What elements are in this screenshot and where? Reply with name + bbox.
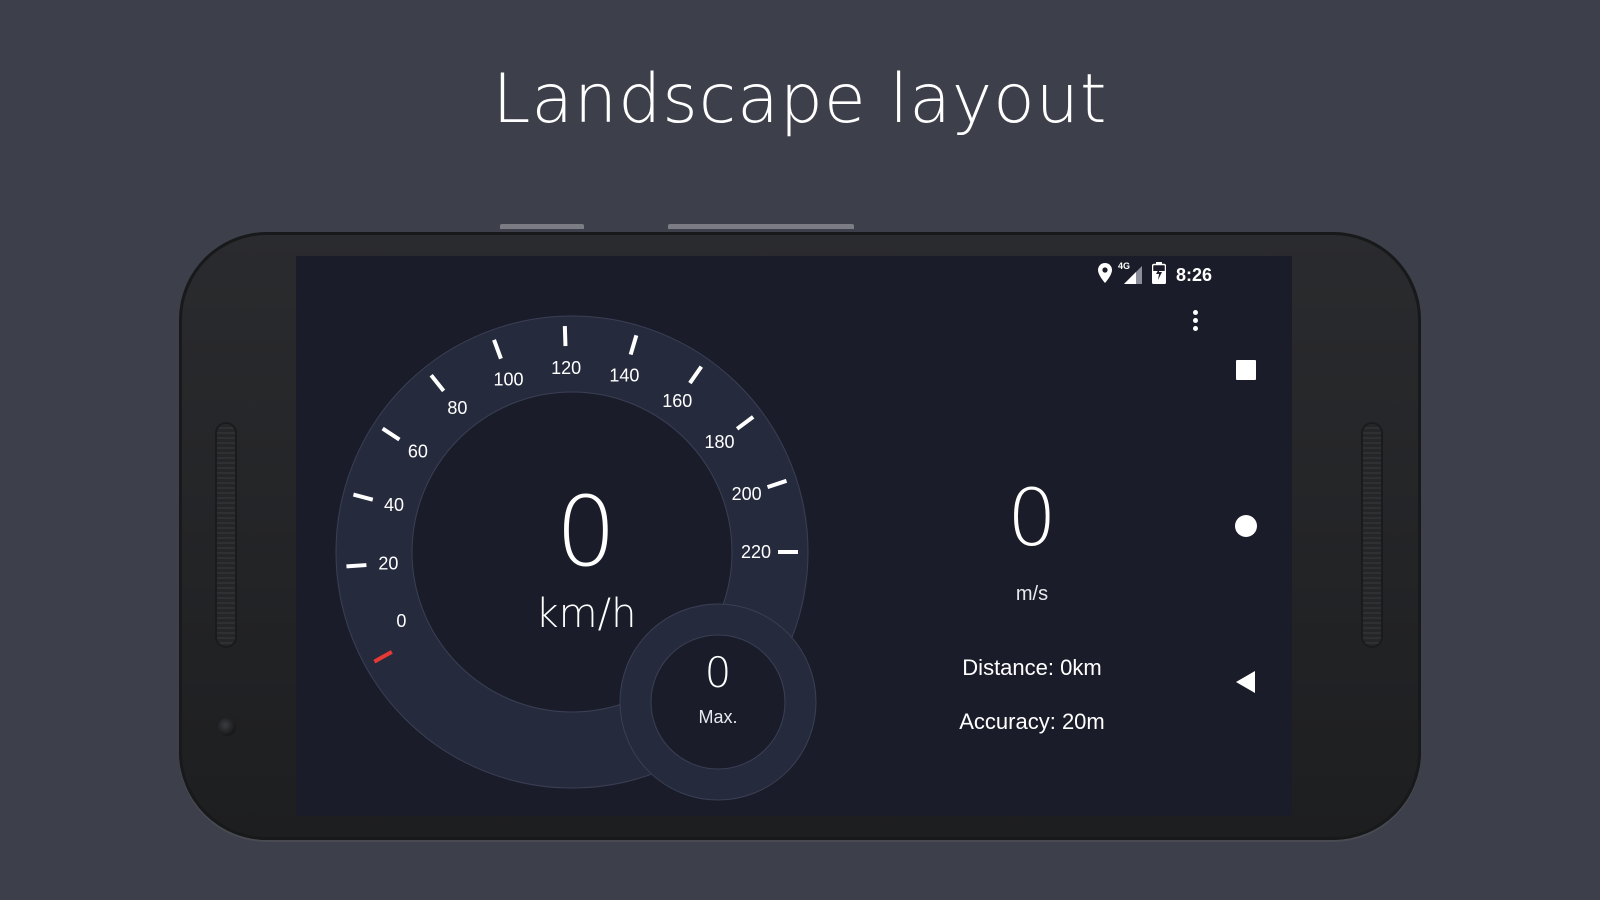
gauge-tick <box>562 326 568 347</box>
back-button[interactable] <box>1230 666 1262 698</box>
accuracy-readout: Accuracy: 20m <box>959 709 1105 734</box>
speed-unit: km/h <box>535 591 637 637</box>
gauge-tick-label: 0 <box>396 611 406 631</box>
gauge-tick-label: 180 <box>704 432 734 452</box>
ms-speed-unit: m/s <box>1015 583 1049 605</box>
promo-canvas: Landscape layout 4G 8:26 0 20 40 60 80 1… <box>0 0 1600 900</box>
home-circle-icon <box>1235 515 1257 537</box>
phone-power-button <box>668 224 854 229</box>
gauge-tick-label: 40 <box>384 495 404 515</box>
overview-button[interactable] <box>1230 354 1262 386</box>
gauge-tick-label: 80 <box>447 398 467 418</box>
phone-volume-button <box>500 224 584 229</box>
max-speed-value: 0 <box>704 648 732 697</box>
gauge-tick-label: 160 <box>662 391 692 411</box>
gauge-tick-label: 20 <box>378 554 398 574</box>
overview-square-icon <box>1236 360 1256 380</box>
home-button[interactable] <box>1230 510 1262 542</box>
speed-value: 0 <box>555 476 617 588</box>
gauge-tick-label: 220 <box>741 542 771 562</box>
back-triangle-icon <box>1236 671 1255 693</box>
gauge-tick-label: 200 <box>732 484 762 504</box>
gauge-tick-label: 60 <box>408 442 428 462</box>
max-speed-label: Max. <box>698 707 738 727</box>
promo-headline: Landscape layout <box>492 60 1108 139</box>
gauge-tick-label: 120 <box>551 358 581 378</box>
phone-speaker-left <box>217 424 235 646</box>
phone-speaker-right <box>1363 424 1381 646</box>
gauge-tick <box>346 563 367 569</box>
ms-speed-value: 0 <box>1007 474 1057 564</box>
app-screen: 4G 8:26 02040608010012014016018 <box>296 256 1292 816</box>
phone-front-camera <box>218 718 236 736</box>
gauge-tick-label: 140 <box>609 366 639 386</box>
gauge-tick-label: 100 <box>493 369 523 389</box>
distance-readout: Distance: 0km <box>962 655 1102 680</box>
